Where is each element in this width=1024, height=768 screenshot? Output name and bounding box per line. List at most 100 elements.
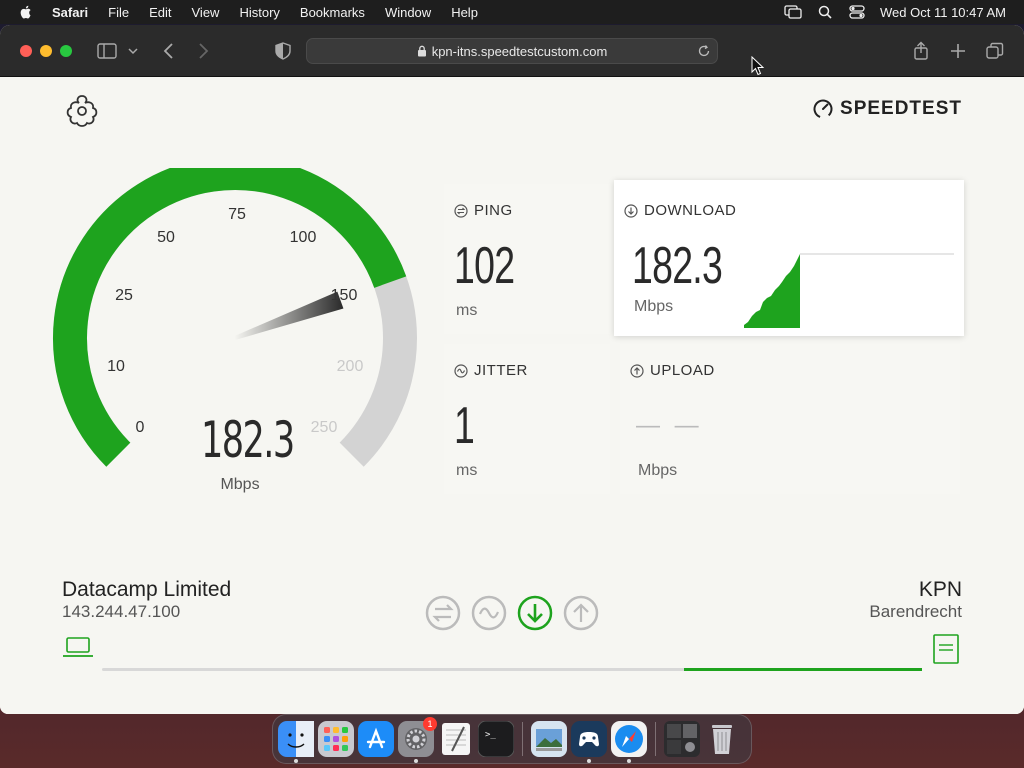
- jitter-label-text: JITTER: [474, 362, 528, 379]
- ping-unit: ms: [456, 302, 478, 319]
- lock-icon: [417, 45, 426, 57]
- download-arrow-icon: [624, 203, 638, 218]
- download-card: DOWNLOAD 182.3 Mbps: [614, 180, 964, 336]
- jitter-unit: ms: [456, 462, 478, 479]
- menu-view[interactable]: View: [192, 5, 220, 20]
- dock-trash-icon[interactable]: [704, 721, 740, 757]
- dock-safari-icon[interactable]: [611, 721, 647, 763]
- ping-card: PING 102 ms: [444, 184, 610, 334]
- speedtest-logo[interactable]: SPEEDTEST: [812, 98, 962, 120]
- download-graph: [744, 253, 954, 328]
- dock-running-dot: [294, 759, 298, 763]
- upload-step-icon: [563, 595, 599, 631]
- client-ip: 143.244.47.100: [62, 602, 181, 621]
- new-tab-icon[interactable]: [947, 41, 969, 61]
- chevron-down-icon[interactable]: [126, 41, 140, 61]
- gauge-unit: Mbps: [220, 476, 260, 493]
- gauge-tick: 10: [107, 358, 125, 375]
- speedtest-page: SPEEDTEST 0 10 25 50 75 100 150 200 250 …: [0, 78, 1024, 714]
- url-text: kpn-itns.speedtestcustom.com: [431, 43, 608, 59]
- gauge-tick: 50: [157, 229, 175, 246]
- mouse-cursor-icon: [751, 56, 765, 76]
- forward-icon[interactable]: [192, 41, 214, 61]
- gauge-tick: 100: [289, 229, 317, 246]
- tab-overview-icon[interactable]: [984, 41, 1006, 61]
- brand-text: SPEEDTEST: [840, 98, 962, 119]
- share-icon[interactable]: [910, 41, 932, 61]
- shield-icon[interactable]: [272, 41, 294, 61]
- upload-label: UPLOAD: [630, 362, 715, 379]
- download-label-text: DOWNLOAD: [644, 202, 737, 219]
- upload-card: UPLOAD — — Mbps: [620, 344, 960, 494]
- menu-app-name[interactable]: Safari: [52, 5, 88, 20]
- address-bar[interactable]: kpn-itns.speedtestcustom.com: [306, 38, 718, 64]
- dock-running-dot: [587, 759, 591, 763]
- dock-app-store-icon[interactable]: [358, 721, 394, 757]
- dock-running-dot: [627, 759, 631, 763]
- ping-value: 102: [454, 237, 515, 295]
- menu-history[interactable]: History: [239, 5, 279, 20]
- download-label: DOWNLOAD: [624, 202, 736, 219]
- server-location[interactable]: Barendrecht: [869, 602, 962, 622]
- kpn-logo[interactable]: [62, 90, 102, 130]
- ping-step-icon: [425, 595, 461, 631]
- menu-file[interactable]: File: [108, 5, 129, 20]
- menu-bookmarks[interactable]: Bookmarks: [300, 5, 365, 20]
- download-unit: Mbps: [634, 298, 674, 315]
- close-window-button[interactable]: [20, 45, 32, 57]
- safari-window: kpn-itns.speedtestcustom.com SPEEDTEST 0…: [0, 25, 1024, 714]
- dock-finder-icon[interactable]: [278, 721, 314, 763]
- upload-value: — —: [636, 412, 703, 439]
- dock-recent-documents-icon[interactable]: [664, 721, 700, 757]
- minimize-window-button[interactable]: [40, 45, 52, 57]
- control-center-icon[interactable]: [848, 4, 866, 20]
- jitter-card: JITTER 1 ms: [444, 344, 610, 494]
- gauge-tick: 250: [310, 419, 338, 436]
- ping-icon: [454, 203, 468, 218]
- gauge-tick: 25: [115, 287, 133, 304]
- dock: 1 >_: [272, 714, 752, 764]
- server-name[interactable]: KPN: [919, 578, 962, 602]
- gauge-tick: 150: [330, 287, 358, 304]
- dock-steam-link-icon[interactable]: [571, 721, 607, 763]
- server-icon: [933, 634, 959, 664]
- dock-preview-icon[interactable]: [531, 721, 567, 757]
- dock-separator: [655, 722, 656, 756]
- jitter-icon: [454, 363, 468, 378]
- notification-badge: 1: [423, 717, 437, 731]
- upload-unit: Mbps: [638, 462, 678, 479]
- screen-mirroring-icon[interactable]: [784, 4, 802, 20]
- client-name: Datacamp Limited: [62, 578, 232, 601]
- upload-arrow-icon: [630, 363, 644, 378]
- download-value: 182.3: [632, 237, 723, 295]
- dock-system-settings-icon[interactable]: 1: [398, 717, 437, 763]
- dock-separator: [522, 722, 523, 756]
- gauge-tick: 75: [228, 206, 246, 223]
- apple-icon[interactable]: [18, 4, 34, 20]
- speedometer-icon: [813, 99, 833, 119]
- menu-window[interactable]: Window: [385, 5, 431, 20]
- back-icon[interactable]: [158, 41, 180, 61]
- menu-bar: Safari File Edit View History Bookmarks …: [0, 0, 1024, 24]
- progress-fill: [684, 668, 922, 671]
- sidebar-icon[interactable]: [96, 41, 118, 61]
- gauge-needle: [234, 291, 344, 340]
- menu-edit[interactable]: Edit: [149, 5, 171, 20]
- zoom-window-button[interactable]: [60, 45, 72, 57]
- ping-label-text: PING: [474, 202, 513, 219]
- upload-label-text: UPLOAD: [650, 362, 715, 379]
- ping-label: PING: [454, 202, 513, 219]
- jitter-step-icon: [471, 595, 507, 631]
- gauge-tick: 200: [336, 358, 364, 375]
- spotlight-search-icon[interactable]: [816, 4, 834, 20]
- menu-help[interactable]: Help: [451, 5, 478, 20]
- laptop-icon: [63, 637, 93, 657]
- speed-gauge: 0 10 25 50 75 100 150 200 250 182.3 Mbps: [40, 156, 430, 508]
- dock-launchpad-icon[interactable]: [318, 721, 354, 757]
- dock-running-dot: [414, 759, 418, 763]
- dock-textedit-icon[interactable]: [438, 721, 474, 757]
- menu-clock[interactable]: Wed Oct 11 10:47 AM: [880, 5, 1006, 20]
- download-step-icon: [517, 595, 553, 631]
- dock-terminal-icon[interactable]: >_: [477, 720, 515, 758]
- reload-icon[interactable]: [697, 44, 711, 58]
